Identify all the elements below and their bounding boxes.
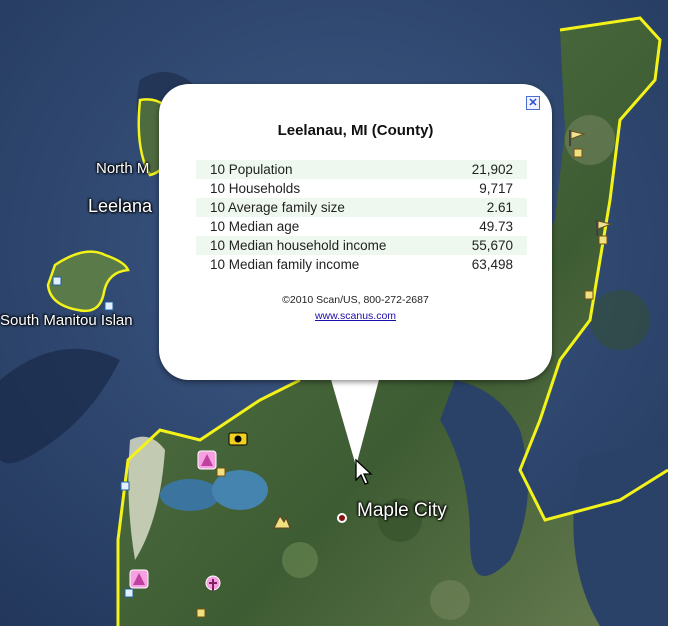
info-marker-icon[interactable]: [104, 301, 114, 311]
maple-city-label[interactable]: Maple City: [357, 500, 447, 522]
info-popup: ✕ Leelanau, MI (County) 10 Population 21,…: [159, 84, 552, 380]
info-marker-icon[interactable]: [124, 588, 134, 598]
info-marker-icon[interactable]: [584, 290, 594, 300]
row-value: 9,717: [443, 179, 527, 198]
info-marker-icon[interactable]: [196, 608, 206, 618]
table-row: 10 Median family income 63,498: [196, 255, 527, 274]
table-row: 10 Population 21,902: [196, 160, 527, 179]
flag-icon[interactable]: [567, 128, 587, 148]
info-marker-icon[interactable]: [52, 276, 62, 286]
row-value: 2.61: [443, 198, 527, 217]
row-label: 10 Population: [196, 160, 444, 179]
row-label: 10 Median family income: [196, 255, 444, 274]
row-label: 10 Households: [196, 179, 444, 198]
mouse-cursor-icon: [355, 458, 373, 485]
row-value: 63,498: [443, 255, 527, 274]
info-marker-icon[interactable]: [216, 467, 226, 477]
row-label: 10 Average family size: [196, 198, 444, 217]
window-edge: [668, 0, 678, 626]
table-row: 10 Median age 49.73: [196, 217, 527, 236]
picnic-icon[interactable]: [204, 575, 222, 593]
table-row: 10 Median household income 55,670: [196, 236, 527, 255]
copyright-text: ©2010 Scan/US, 800-272-2687: [282, 294, 429, 306]
info-marker-icon[interactable]: [598, 235, 608, 245]
table-row: 10 Households 9,717: [196, 179, 527, 198]
hiker-icon[interactable]: [272, 512, 292, 530]
place-dot-icon[interactable]: [337, 513, 347, 523]
stats-table: 10 Population 21,902 10 Households 9,717 1…: [196, 160, 527, 274]
leelanau-label[interactable]: Leelana: [88, 196, 152, 217]
scanus-link[interactable]: www.scanus.com: [159, 310, 552, 322]
north-manitou-label[interactable]: North M: [96, 160, 149, 177]
park-marker-icon[interactable]: [197, 450, 217, 470]
popup-title: Leelanau, MI (County): [277, 122, 434, 139]
south-manitou-label[interactable]: South Manitou Islan: [0, 312, 133, 329]
row-value: 49.73: [443, 217, 527, 236]
camera-icon[interactable]: [228, 430, 248, 446]
row-value: 21,902: [443, 160, 527, 179]
table-row: 10 Average family size 2.61: [196, 198, 527, 217]
row-label: 10 Median household income: [196, 236, 444, 255]
info-marker-icon[interactable]: [120, 481, 130, 491]
row-value: 55,670: [443, 236, 527, 255]
close-icon[interactable]: ✕: [526, 96, 540, 110]
info-marker-icon[interactable]: [573, 148, 583, 158]
park-marker-icon[interactable]: [129, 569, 149, 589]
row-label: 10 Median age: [196, 217, 444, 236]
